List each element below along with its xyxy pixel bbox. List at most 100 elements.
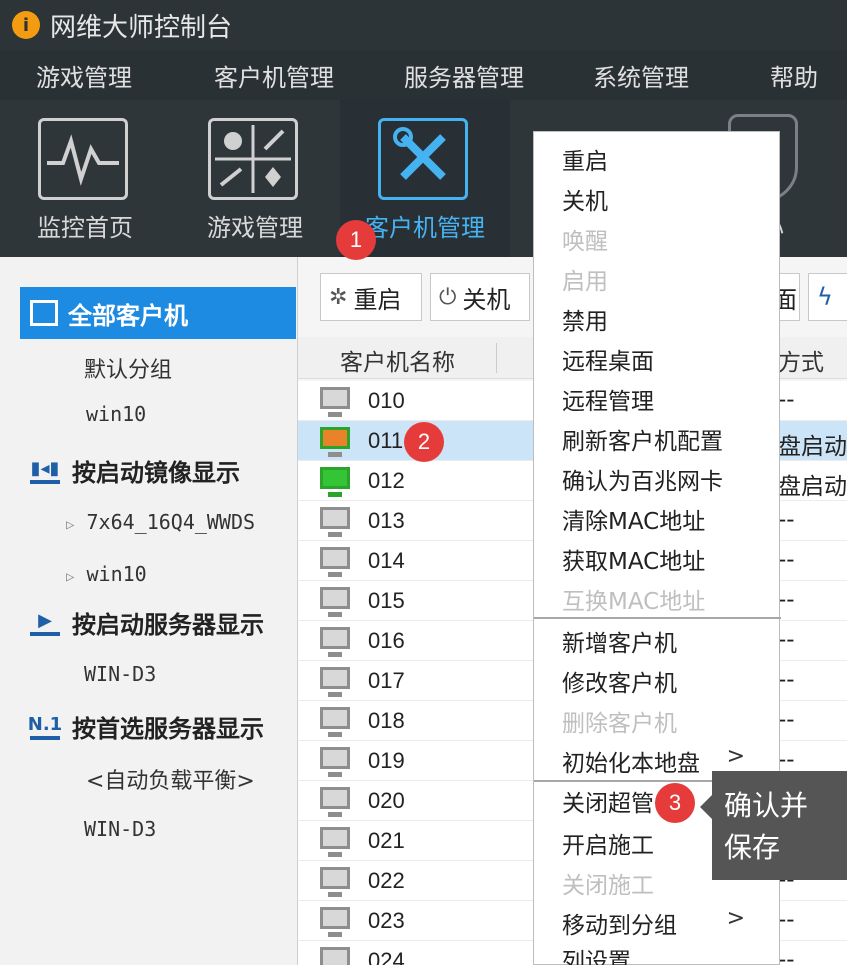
- info-icon: i: [12, 11, 40, 39]
- shutdown-label: 关机: [462, 285, 511, 314]
- step-marker-3: 3: [655, 783, 695, 823]
- col-divider[interactable]: [496, 343, 497, 373]
- context-menu-item[interactable]: 开启施工: [562, 826, 654, 860]
- client-pc-icon: [320, 947, 350, 965]
- client-name: 015: [368, 588, 405, 613]
- tooltip-arrow: [700, 795, 712, 819]
- nav-by-preferred-server[interactable]: N.1 按首选服务器显示: [28, 709, 264, 744]
- context-menu-item: 启用: [562, 269, 608, 295]
- group-default[interactable]: 默认分组: [84, 352, 172, 384]
- boot-image-item[interactable]: ▷ 7x64_16Q4_WWDS: [66, 510, 255, 534]
- context-menu-item[interactable]: 重启: [562, 142, 608, 176]
- client-boot-mode: --: [778, 667, 795, 693]
- nav-by-boot-image-label: 按启动镜像显示: [72, 459, 240, 487]
- client-pc-icon: [320, 387, 350, 417]
- context-menu-item[interactable]: 初始化本地盘: [562, 744, 700, 778]
- nav-by-preferred-server-label: 按首选服务器显示: [72, 715, 264, 743]
- restart-button[interactable]: ✲ 重启: [320, 273, 422, 321]
- nav-by-boot-image[interactable]: ▮◂▮ 按启动镜像显示: [30, 453, 240, 488]
- nav-all-clients[interactable]: 全部客户机: [20, 287, 296, 339]
- client-boot-mode: --: [778, 387, 795, 413]
- server-play-icon: ▶: [30, 610, 60, 636]
- tool-monitor-home[interactable]: 监控首页: [0, 100, 170, 257]
- client-name: 017: [368, 668, 405, 693]
- nav-by-boot-server-label: 按启动服务器显示: [72, 611, 264, 639]
- title-bar: i 网维大师控制台: [0, 0, 847, 50]
- menu-server-management[interactable]: 服务器管理: [404, 58, 524, 93]
- col-boot-mode[interactable]: 方式: [778, 343, 824, 377]
- restart-label: 重启: [353, 285, 402, 314]
- submenu-arrow-icon: >: [726, 906, 745, 931]
- client-pc-icon: [320, 507, 350, 537]
- image-icon: ▮◂▮: [30, 458, 60, 484]
- submenu-arrow-icon: >: [726, 744, 745, 769]
- group-win10[interactable]: win10: [86, 402, 146, 426]
- client-name: 014: [368, 548, 405, 573]
- client-pc-icon: [320, 547, 350, 577]
- clients-icon: [30, 300, 58, 326]
- nav-all-clients-label: 全部客户机: [68, 301, 188, 330]
- expand-arrow-icon: ▷: [66, 569, 75, 585]
- context-menu-item[interactable]: 清除MAC地址: [562, 502, 705, 536]
- window-title: 网维大师控制台: [50, 12, 233, 43]
- client-boot-mode: --: [778, 907, 795, 933]
- context-menu-item[interactable]: 远程管理: [562, 382, 654, 416]
- client-name: 010: [368, 388, 405, 413]
- client-name: 011: [368, 428, 404, 453]
- nav-by-boot-server[interactable]: ▶ 按启动服务器显示: [30, 605, 264, 640]
- menu-system-management[interactable]: 系统管理: [593, 58, 689, 93]
- preferred-server-item[interactable]: <自动负载平衡>: [86, 763, 255, 795]
- context-menu-item[interactable]: 列设置: [562, 942, 631, 965]
- client-pc-icon: [320, 587, 350, 617]
- client-boot-mode: --: [778, 747, 795, 773]
- tooltip-line1: 确认并: [724, 789, 809, 822]
- client-pc-icon: [320, 747, 350, 777]
- boot-image-label: win10: [86, 562, 147, 586]
- context-menu-item[interactable]: 获取MAC地址: [562, 542, 705, 576]
- server-n1-icon: N.1: [28, 714, 62, 740]
- context-menu-item[interactable]: 关机: [562, 182, 608, 216]
- context-menu-item[interactable]: 刷新客户机配置: [562, 422, 723, 456]
- context-menu-item[interactable]: 修改客户机: [562, 664, 677, 698]
- client-name: 023: [368, 908, 405, 933]
- menu-separator: [534, 617, 781, 619]
- client-name: 021: [368, 828, 405, 853]
- client-name: 012: [368, 468, 405, 493]
- preferred-server-item[interactable]: WIN-D3: [84, 817, 156, 841]
- client-pc-icon: [320, 467, 350, 497]
- boot-server-item[interactable]: WIN-D3: [84, 662, 156, 686]
- power-icon: ⏻: [439, 284, 457, 310]
- menu-help[interactable]: 帮助: [770, 58, 818, 93]
- tooltip-line2: 保存: [724, 831, 781, 864]
- menu-game-management[interactable]: 游戏管理: [36, 58, 132, 93]
- step-marker-1: 1: [336, 220, 376, 260]
- context-menu-item[interactable]: 关闭超管: [562, 784, 654, 818]
- context-menu-item[interactable]: 移动到分组: [562, 906, 677, 940]
- context-menu-item[interactable]: 远程桌面: [562, 342, 654, 376]
- col-client-name[interactable]: 客户机名称: [340, 343, 455, 377]
- client-group-panel: 全部客户机 默认分组 win10 ▮◂▮ 按启动镜像显示 ▷ 7x64_16Q4…: [0, 257, 298, 965]
- menu-bar: 游戏管理 客户机管理 服务器管理 系统管理 帮助: [0, 50, 847, 100]
- client-boot-mode: --: [778, 627, 795, 653]
- game-pieces-icon: [208, 118, 298, 200]
- boot-image-item[interactable]: ▷ win10: [66, 562, 147, 586]
- context-menu-item: 唤醒: [562, 229, 608, 255]
- tool-label: 游戏管理: [207, 214, 303, 242]
- shutdown-button[interactable]: ⏻ 关机: [430, 273, 530, 321]
- client-boot-mode: --: [778, 507, 795, 533]
- context-menu-item[interactable]: 新增客户机: [562, 624, 677, 658]
- client-name: 013: [368, 508, 405, 533]
- client-boot-mode: --: [778, 547, 795, 573]
- client-name: 016: [368, 628, 405, 653]
- context-menu-item[interactable]: 禁用: [562, 302, 608, 336]
- context-menu-item[interactable]: 确认为百兆网卡: [562, 462, 723, 496]
- tool-label: 监控首页: [37, 214, 133, 242]
- tool-game-management[interactable]: 游戏管理: [170, 100, 340, 257]
- client-boot-mode: 盘启动: [778, 434, 847, 460]
- lightning-icon: ϟ: [817, 283, 833, 311]
- context-menu-item: 删除客户机: [562, 711, 677, 737]
- client-name: 022: [368, 868, 405, 893]
- wake-button[interactable]: ϟ: [808, 273, 847, 321]
- client-name: 024: [368, 948, 405, 965]
- menu-client-management[interactable]: 客户机管理: [214, 58, 334, 93]
